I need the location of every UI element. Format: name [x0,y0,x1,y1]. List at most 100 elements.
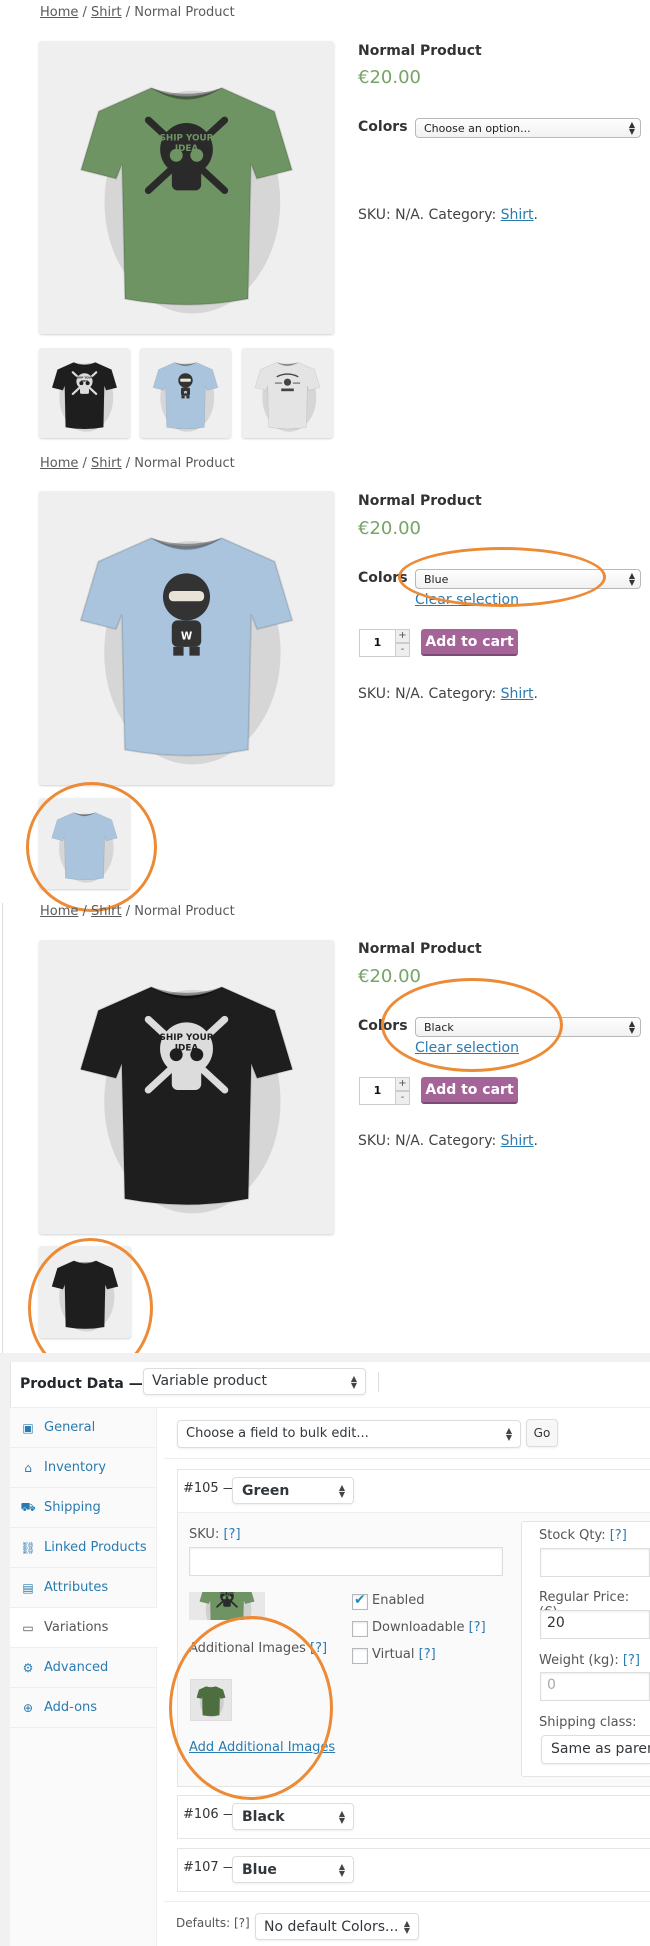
shirt-image: W [79,537,294,765]
help-icon[interactable]: [?] [419,1647,436,1662]
product-title: Normal Product [358,43,482,59]
shipping-icon: ⛟ [20,1499,36,1514]
tab-advanced[interactable]: ⚙ Advanced [10,1648,157,1688]
quantity-increase-button[interactable]: + [395,629,410,643]
breadcrumb: Home / Shirt / Normal Product [40,5,235,20]
help-icon[interactable]: [?] [610,1528,627,1543]
shirt-image: SHIP YOURIDEA [79,986,294,1214]
quantity-input[interactable]: 1 [359,1077,395,1105]
defaults-select[interactable]: No default Colors... ▲ ▼ [255,1913,419,1940]
inventory-icon: ⌂ [24,1460,32,1475]
product-price: €20.00 [358,966,421,987]
help-icon[interactable]: [?] [223,1527,240,1542]
product-meta: SKU: N/A. Category: Shirt. [358,207,538,223]
variation-color-select[interactable]: Black ▲ ▼ [232,1803,354,1830]
colors-label: Colors [358,570,408,586]
thumbnail-blue-back[interactable] [39,798,130,889]
breadcrumb-separator: / [121,5,135,20]
label-text: SKU: [189,1527,220,1542]
thumbnail-blue[interactable]: W [140,348,231,438]
stock-qty-input[interactable] [540,1548,650,1577]
breadcrumb-shirt[interactable]: Shirt [91,5,122,20]
colors-select[interactable]: Black ▲ ▼ [415,1017,641,1037]
tab-add-ons[interactable]: ⊕ Add-ons [10,1688,157,1728]
breadcrumb-shirt[interactable]: Shirt [91,904,122,919]
select-arrows-icon: ▲ ▼ [403,1918,410,1935]
colors-select[interactable]: Blue ▲ ▼ [415,569,641,589]
product-price: €20.00 [358,67,421,88]
breadcrumb: Home / Shirt / Normal Product [40,904,235,919]
variation-id: #106 — [183,1807,236,1822]
variation-image[interactable]: SHIP YOUR IDEA [189,1592,265,1620]
tab-attributes[interactable]: ▤ Attributes [10,1568,157,1608]
breadcrumb-home[interactable]: Home [40,904,78,919]
quantity-decrease-button[interactable]: - [395,643,410,657]
breadcrumb-home[interactable]: Home [40,456,78,471]
select-value: Choose an option... [424,122,531,135]
help-icon[interactable]: [?] [310,1641,327,1656]
enabled-checkbox[interactable]: ✔ [352,1592,368,1610]
weight-input[interactable]: 0 [540,1672,650,1701]
select-value: Choose a field to bulk edit... [186,1426,369,1441]
weight-label: Weight (kg): [?] [539,1653,640,1668]
breadcrumb-shirt[interactable]: Shirt [91,456,122,471]
quantity-increase-button[interactable]: + [395,1077,410,1091]
shipping-class-label: Shipping class: [539,1715,637,1730]
tab-linked-products[interactable]: ⛓ Linked Products [10,1528,157,1568]
tab-shipping[interactable]: ⛟ Shipping [10,1488,157,1528]
thumbnail-white[interactable] [242,348,333,438]
thumbnail-black[interactable]: SHIP YOUR IDEA [39,348,130,438]
help-icon[interactable]: [?] [623,1653,640,1668]
regular-price-input[interactable]: 20 [540,1610,650,1639]
category-link[interactable]: Shirt [501,1133,534,1149]
help-icon[interactable]: [?] [469,1620,486,1635]
clear-selection-link[interactable]: Clear selection [415,1040,519,1056]
quantity-input[interactable]: 1 [359,629,395,657]
tab-general[interactable]: ▣ General [10,1408,157,1448]
additional-image-thumb[interactable] [190,1679,232,1721]
bulk-edit-select[interactable]: Choose a field to bulk edit... ▲ ▼ [177,1420,521,1448]
breadcrumb: Home / Shirt / Normal Product [40,456,235,471]
sku-input[interactable] [189,1547,503,1576]
shirt-thumbnail [254,362,321,432]
main-product-image[interactable]: SHIP YOUR IDEA [39,940,334,1234]
shirt-thumbnail [51,812,118,883]
variation-shirt-image: SHIP YOURIDEA [199,1592,255,1620]
divider [164,1458,650,1459]
select-arrows-icon: ▲ ▼ [338,1482,345,1499]
quantity-decrease-button[interactable]: - [395,1091,410,1105]
product-type-select[interactable]: Variable product ▲ ▼ [143,1368,366,1395]
stock-qty-label: Stock Qty: [?] [539,1528,627,1543]
thumbnail-black-back[interactable] [39,1246,131,1338]
variation-color-select[interactable]: Green ▲ ▼ [232,1477,354,1504]
tab-label: Add-ons [44,1700,98,1715]
tab-label: Shipping [44,1500,101,1515]
colors-select[interactable]: Choose an option... ▲ ▼ [415,118,641,138]
tab-inventory[interactable]: ⌂ Inventory [10,1448,157,1488]
add-additional-images-link[interactable]: Add Additional Images [189,1740,335,1755]
category-link[interactable]: Shirt [501,207,534,223]
category-link[interactable]: Shirt [501,686,534,702]
help-icon[interactable]: [?] [234,1916,250,1930]
screenshot-edge [2,903,3,1353]
breadcrumb-home[interactable]: Home [40,5,78,20]
select-value: Blue [424,573,449,586]
tab-variations[interactable]: ▭ Variations [10,1608,158,1648]
defaults-label: Defaults: [?] [176,1916,250,1930]
variation-color-select[interactable]: Blue ▲ ▼ [232,1856,354,1883]
shirt-thumbnail: SHIP YOURIDEA [51,362,118,432]
divider [164,1901,650,1902]
add-to-cart-button[interactable]: Add to cart [421,1077,518,1104]
main-product-image[interactable]: W [39,491,334,785]
add-to-cart-button[interactable]: Add to cart [421,629,518,656]
shipping-class-select[interactable]: Same as parent [541,1735,650,1764]
tab-label: Inventory [44,1460,107,1475]
product-title: Normal Product [358,493,482,509]
product-data-label: Product Data — [20,1376,143,1392]
go-button[interactable]: Go [526,1419,558,1447]
clear-selection-link[interactable]: Clear selection [415,592,519,608]
main-product-image[interactable]: SHIP YOUR IDEA [39,41,334,334]
virtual-checkbox[interactable] [352,1648,368,1664]
downloadable-checkbox[interactable] [352,1621,368,1637]
variations-icon: ▭ [22,1620,34,1635]
